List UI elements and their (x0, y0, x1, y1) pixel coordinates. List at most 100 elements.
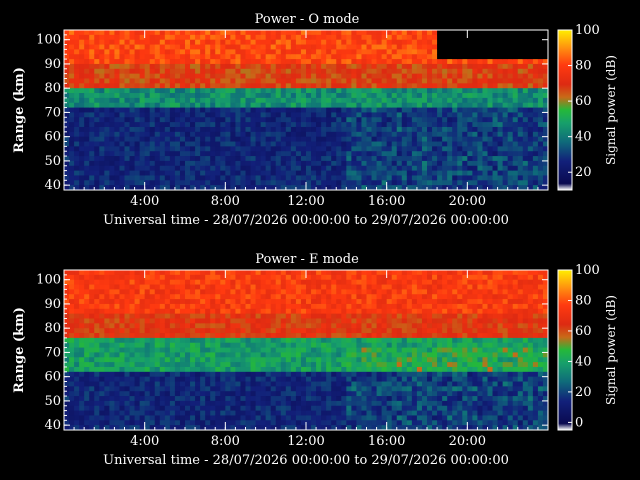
heatmap-cell (285, 34, 292, 41)
heatmap-cell (346, 49, 352, 55)
heatmap-cell (275, 318, 282, 324)
heatmap-cell (79, 131, 85, 138)
heatmap-cell (230, 131, 236, 138)
heatmap-cell (139, 136, 146, 142)
heatmap-cell (129, 270, 135, 276)
heatmap-cell (356, 131, 362, 138)
heatmap-cell (149, 342, 156, 348)
heatmap-cell (507, 59, 514, 65)
heatmap-cell (477, 136, 483, 142)
heatmap-cell (497, 63, 504, 70)
heatmap-cell (245, 274, 251, 281)
heatmap-cell (311, 170, 317, 176)
heatmap-cell (351, 160, 357, 167)
heatmap-cell (225, 376, 231, 382)
heatmap-cell (164, 376, 171, 382)
heatmap-cell (371, 136, 377, 142)
heatmap-cell (306, 165, 312, 172)
heatmap-cell (371, 73, 377, 79)
heatmap-cell (144, 410, 151, 416)
heatmap-cell (69, 381, 75, 387)
heatmap-cell (432, 136, 438, 142)
heatmap-cell (164, 405, 171, 412)
heatmap-cell (457, 117, 463, 123)
heatmap-cell (179, 313, 186, 319)
heatmap-cell (245, 93, 251, 99)
heatmap-cell (316, 88, 322, 94)
heatmap-cell (210, 68, 216, 75)
heatmap-cell (235, 415, 241, 421)
heatmap-cell (295, 78, 302, 84)
heatmap-cell (280, 381, 287, 387)
heatmap-cell (154, 83, 161, 89)
heatmap-cell (300, 170, 307, 176)
heatmap-cell (280, 342, 287, 348)
heatmap-cell (477, 165, 483, 172)
heatmap-cell (89, 328, 95, 334)
heatmap-cell (79, 405, 85, 412)
heatmap-cell (164, 39, 171, 45)
heatmap-cell (507, 126, 514, 133)
heatmap-cell (386, 30, 393, 36)
heatmap-cell (134, 313, 141, 319)
heatmap-cell (306, 279, 312, 285)
heatmap-cell (109, 410, 115, 416)
heatmap-cell (265, 160, 272, 167)
heatmap-cell (124, 34, 130, 41)
heatmap-cell (492, 180, 498, 186)
heatmap-cell (124, 141, 130, 147)
heatmap-cell (169, 175, 176, 181)
heatmap-cell (149, 151, 156, 157)
heatmap-cell (452, 165, 458, 172)
heatmap-cell (99, 405, 105, 412)
heatmap-cell (477, 156, 483, 162)
heatmap-cell (124, 180, 130, 186)
heatmap-cell (200, 88, 206, 94)
heatmap-cell (200, 337, 206, 344)
heatmap-cell (240, 44, 246, 50)
heatmap-cell (502, 97, 509, 104)
heatmap-cell (235, 180, 241, 186)
heatmap-cell (94, 337, 100, 344)
heatmap-cell (74, 34, 80, 41)
heatmap-cell (129, 274, 135, 281)
heatmap-cell (230, 289, 236, 295)
heatmap-cell (487, 141, 493, 147)
heatmap-cell (195, 151, 201, 157)
heatmap-cell (220, 97, 226, 104)
heatmap-cell (285, 156, 292, 162)
heatmap-cell (245, 44, 251, 50)
heatmap-cell (396, 63, 403, 70)
heatmap-cell (144, 299, 151, 305)
heatmap-cell (280, 303, 287, 310)
heatmap-cell (240, 131, 246, 138)
heatmap-cell (94, 400, 100, 407)
heatmap-cell (159, 357, 166, 363)
heatmap-cell (477, 146, 483, 152)
heatmap-cell (79, 342, 85, 348)
heatmap-cell (280, 136, 287, 142)
heatmap-cell (416, 180, 423, 186)
heatmap-cell (522, 126, 529, 133)
heatmap-cell (124, 347, 130, 353)
heatmap-cell (316, 289, 322, 295)
heatmap-cell (255, 337, 262, 344)
heatmap-cell (109, 117, 115, 123)
heatmap-cell (79, 371, 85, 378)
heatmap-cell (306, 117, 312, 123)
heatmap-cell (109, 97, 115, 104)
heatmap-cell (507, 117, 514, 123)
heatmap-cell (331, 131, 337, 138)
heatmap-cell (356, 68, 362, 75)
heatmap-cell (129, 68, 135, 75)
heatmap-cell (462, 131, 468, 138)
heatmap-cell (492, 93, 498, 99)
heatmap-cell (280, 371, 287, 378)
heatmap-cell (74, 117, 80, 123)
heatmap-cell (79, 303, 85, 310)
heatmap-cell (502, 131, 509, 138)
heatmap-cell (104, 279, 110, 285)
heatmap-cell (442, 175, 448, 181)
heatmap-cell (69, 122, 75, 128)
heatmap-cell (205, 357, 211, 363)
